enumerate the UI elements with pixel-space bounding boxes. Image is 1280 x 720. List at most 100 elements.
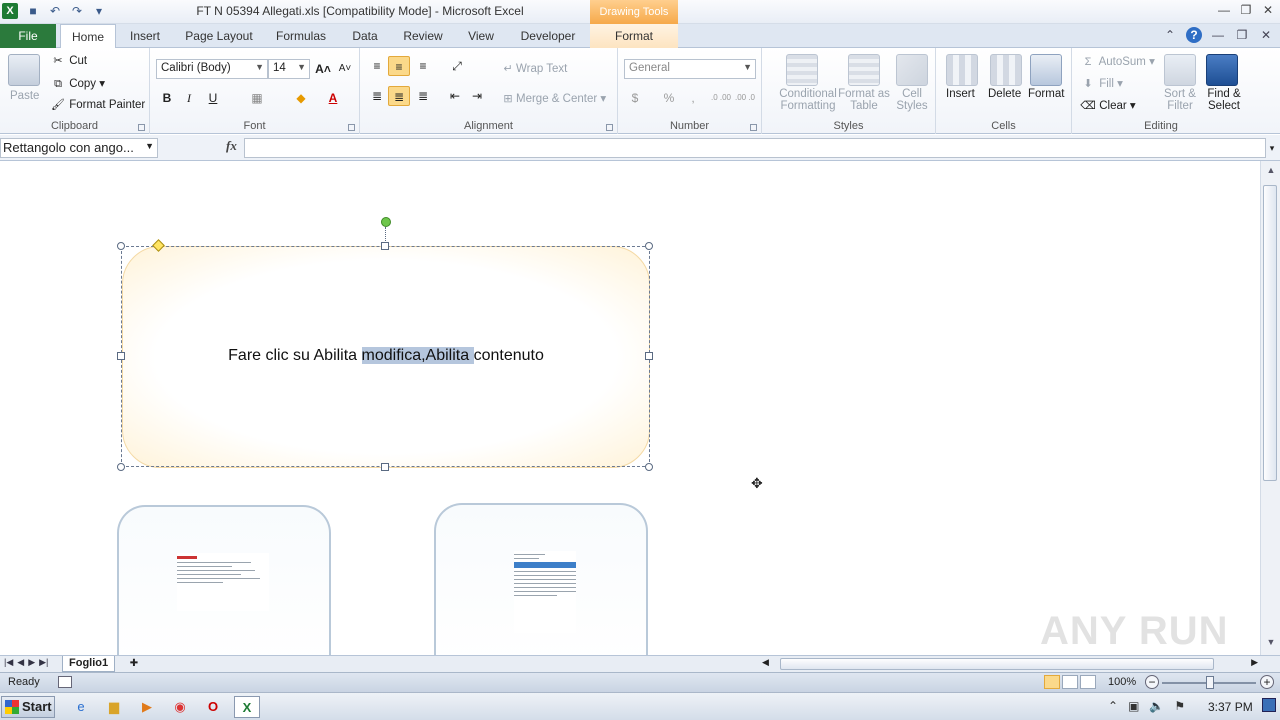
zoom-slider-knob[interactable] xyxy=(1206,676,1214,689)
workbook-close-icon[interactable]: ✕ xyxy=(1258,27,1274,43)
grow-font-icon[interactable]: A˄ xyxy=(312,59,334,79)
attachment-card-1[interactable] xyxy=(117,505,331,655)
decrease-indent-icon[interactable]: ⇤ xyxy=(444,86,466,106)
align-bottom-icon[interactable]: ≡ xyxy=(412,56,434,76)
increase-indent-icon[interactable]: ⇥ xyxy=(466,86,488,106)
tab-developer[interactable]: Developer xyxy=(512,24,584,48)
scroll-left-icon[interactable]: ◀ xyxy=(762,657,769,668)
cell-styles-icon[interactable] xyxy=(896,54,928,86)
shrink-font-icon[interactable]: A˅ xyxy=(334,59,356,79)
expand-formula-icon[interactable]: ▾ xyxy=(1266,138,1278,158)
formula-input[interactable] xyxy=(244,138,1266,158)
vertical-scrollbar[interactable]: ▲ ▼ xyxy=(1260,161,1280,655)
ie-icon[interactable]: e xyxy=(68,696,94,718)
name-box[interactable]: Rettangolo con ango... ▼ xyxy=(0,138,158,158)
italic-button[interactable]: I xyxy=(178,88,200,108)
opera-icon[interactable]: O xyxy=(200,696,226,718)
chrome-icon[interactable]: ◉ xyxy=(167,696,193,718)
bold-button[interactable]: B xyxy=(156,88,178,108)
vertical-scroll-thumb[interactable] xyxy=(1263,185,1277,481)
rotation-handle[interactable] xyxy=(381,217,391,227)
clear-button[interactable]: ⌫ Clear ▾ xyxy=(1080,98,1135,113)
resize-handle-top-left[interactable] xyxy=(117,242,125,250)
scroll-right-icon[interactable]: ▶ xyxy=(1251,657,1258,668)
sort-filter-button[interactable]: Sort & Filter xyxy=(1160,88,1200,112)
alignment-launcher-icon[interactable] xyxy=(606,124,613,131)
minimize-ribbon-icon[interactable]: ⌃ xyxy=(1162,27,1178,43)
fill-button[interactable]: ⬇ Fill ▾ xyxy=(1080,76,1122,91)
cut-button[interactable]: ✂ Cut xyxy=(50,54,87,68)
tab-file[interactable]: File xyxy=(0,24,56,48)
paste-button[interactable]: Paste xyxy=(10,90,39,102)
help-icon[interactable]: ? xyxy=(1186,27,1202,43)
insert-cells-icon[interactable] xyxy=(946,54,978,86)
paste-icon[interactable] xyxy=(8,54,40,86)
percent-button[interactable]: % xyxy=(658,88,680,108)
comma-button[interactable]: , xyxy=(682,88,704,108)
align-right-icon[interactable]: ≣ xyxy=(412,86,434,106)
horizontal-scroll-thumb[interactable] xyxy=(780,658,1214,670)
autosum-button[interactable]: Σ AutoSum ▾ xyxy=(1080,54,1155,69)
format-cells-icon[interactable] xyxy=(1030,54,1062,86)
volume-icon[interactable]: 🔈 xyxy=(1149,699,1164,713)
network-icon[interactable]: ▣ xyxy=(1128,699,1139,713)
format-painter-button[interactable]: 🖌 Format Painter xyxy=(50,98,145,112)
borders-icon[interactable]: ▦ xyxy=(246,88,268,108)
underline-button[interactable]: U xyxy=(202,88,224,108)
resize-handle-bottom-right[interactable] xyxy=(645,463,653,471)
align-left-icon[interactable]: ≣ xyxy=(366,86,388,106)
clipboard-launcher-icon[interactable] xyxy=(138,124,145,131)
zoom-in-icon[interactable]: + xyxy=(1260,675,1274,689)
media-player-icon[interactable]: ▶ xyxy=(134,696,160,718)
resize-handle-top-right[interactable] xyxy=(645,242,653,250)
last-sheet-icon[interactable]: ▶| xyxy=(39,657,48,668)
conditional-formatting-icon[interactable] xyxy=(786,54,818,86)
sheet-tab-foglio1[interactable]: Foglio1 xyxy=(62,656,116,672)
number-format-combo[interactable]: General ▼ xyxy=(624,59,756,79)
prev-sheet-icon[interactable]: ◀ xyxy=(17,657,24,668)
shape-text[interactable]: Fare clic su Abilita modifica,Abilita co… xyxy=(122,347,650,365)
merge-center-button[interactable]: ⊞ Merge & Center ▾ xyxy=(500,91,606,106)
number-launcher-icon[interactable] xyxy=(750,124,757,131)
attachment-card-2[interactable] xyxy=(434,503,648,655)
orientation-icon[interactable]: ⤢ xyxy=(446,56,468,76)
scroll-down-icon[interactable]: ▼ xyxy=(1264,637,1278,651)
normal-view-icon[interactable] xyxy=(1044,675,1060,689)
binoculars-icon[interactable] xyxy=(1206,54,1238,86)
resize-handle-top[interactable] xyxy=(381,242,389,250)
delete-cells-icon[interactable] xyxy=(990,54,1022,86)
tab-review[interactable]: Review xyxy=(396,24,450,48)
tab-home[interactable]: Home xyxy=(60,24,116,49)
worksheet-area[interactable]: Fare clic su Abilita modifica,Abilita co… xyxy=(0,161,1260,655)
first-sheet-icon[interactable]: |◀ xyxy=(4,657,13,668)
wrap-text-button[interactable]: ↵ Wrap Text xyxy=(500,62,567,76)
font-size-combo[interactable]: 14 ▼ xyxy=(268,59,310,79)
fill-color-icon[interactable]: ◆ xyxy=(290,88,312,108)
show-desktop-icon[interactable] xyxy=(1262,698,1276,712)
format-as-table-button[interactable]: Format as Table xyxy=(836,88,892,112)
font-color-icon[interactable]: A xyxy=(322,88,344,108)
resize-handle-bottom[interactable] xyxy=(381,463,389,471)
currency-button[interactable]: $ xyxy=(624,88,646,108)
cell-styles-button[interactable]: Cell Styles xyxy=(890,88,934,112)
copy-button[interactable]: ⧉ Copy ▾ xyxy=(50,76,105,91)
font-launcher-icon[interactable] xyxy=(348,124,355,131)
tab-format[interactable]: Format xyxy=(590,24,678,48)
tab-insert[interactable]: Insert xyxy=(120,24,170,48)
excel-taskbar-icon[interactable]: X xyxy=(234,696,260,718)
restore-icon[interactable]: ❐ xyxy=(1238,1,1254,19)
align-top-icon[interactable]: ≡ xyxy=(366,56,388,76)
scroll-up-icon[interactable]: ▲ xyxy=(1264,165,1278,179)
macro-recording-icon[interactable] xyxy=(58,676,72,688)
insert-sheet-icon[interactable]: ✚ xyxy=(126,656,142,672)
resize-handle-bottom-left[interactable] xyxy=(117,463,125,471)
tab-data[interactable]: Data xyxy=(342,24,388,48)
sort-filter-icon[interactable] xyxy=(1164,54,1196,86)
page-break-view-icon[interactable] xyxy=(1080,675,1096,689)
align-middle-icon[interactable]: ≡ xyxy=(388,56,410,76)
workbook-restore-icon[interactable]: ❐ xyxy=(1234,27,1250,43)
increase-decimal-button[interactable]: .0 .00 xyxy=(710,88,732,108)
horizontal-scrollbar[interactable]: ◀ ▶ xyxy=(758,657,1258,671)
find-select-button[interactable]: Find & Select xyxy=(1202,88,1246,112)
zoom-level[interactable]: 100% xyxy=(1108,676,1136,688)
